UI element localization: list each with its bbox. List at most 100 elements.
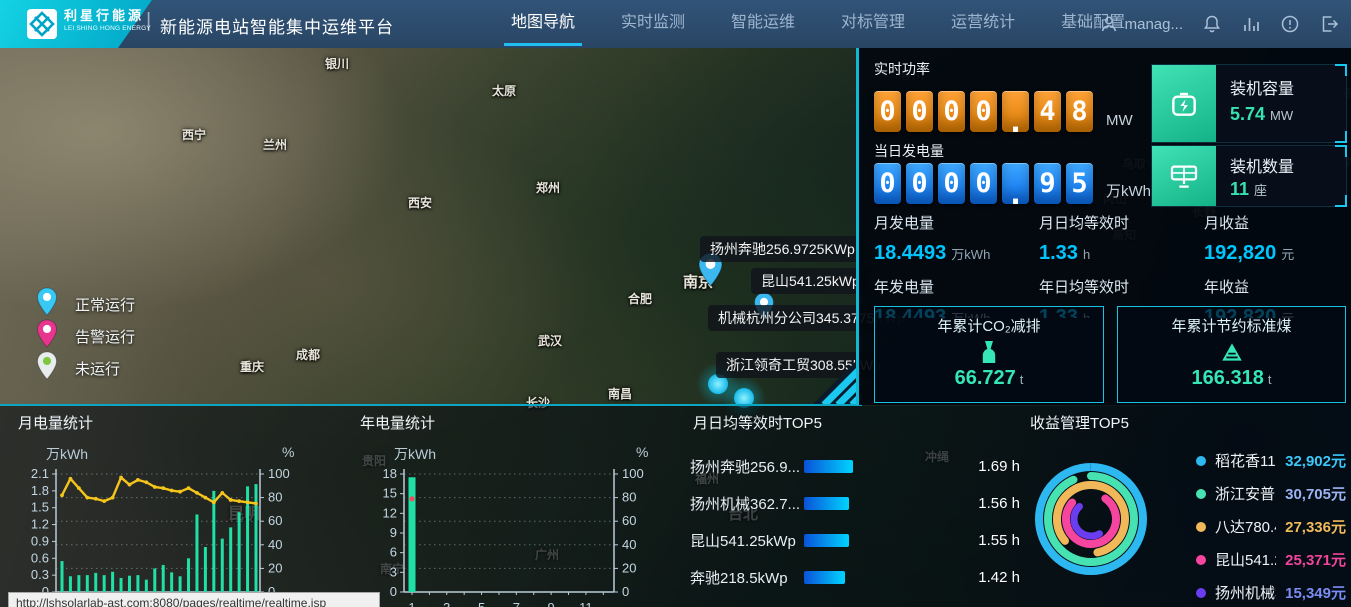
legend-dot [1196,555,1206,565]
svg-text:0.9: 0.9 [31,533,49,548]
svg-text:2.1: 2.1 [31,466,49,481]
user-menu[interactable]: manag... [1099,14,1183,34]
nav-item-operation-stats[interactable]: 运营统计 [928,0,1038,48]
station-status-legend: 正常运行告警运行未运行 [36,288,135,384]
cooling-tower-icon [977,339,1001,365]
hours-top5-row: 奔驰218.5kWp1.42 h [690,559,1020,596]
brand-text: 利星行能源 LEI SHING HONG ENERGY [64,9,151,33]
nav-item-realtime-monitor[interactable]: 实时监测 [598,0,708,48]
info-icon[interactable] [1280,14,1300,34]
coal-card-title: 年累计节约标准煤 [1118,315,1345,336]
digit-cell: 0 [938,91,965,132]
map-city-label: 武汉 [538,332,562,349]
svg-text:80: 80 [268,490,282,505]
hours-top5-bar [804,497,849,510]
revenue-top5-value: 32,902元 [1285,450,1346,471]
map-city-label: 南昌 [608,385,632,402]
svg-text:0.6: 0.6 [31,550,49,565]
bell-icon[interactable] [1202,14,1222,34]
revenue-top5-value: 15,349元 [1285,582,1346,603]
stat-unit: h [1083,247,1090,262]
user-name: manag... [1125,16,1183,33]
stat-value: 18.4493 [874,242,946,264]
monthly-chart-plot: 00.30.60.91.21.51.82.1020406080100 [10,462,340,607]
co2-unit: t [1020,372,1024,387]
svg-text:12: 12 [383,505,397,520]
revenue-top5-row: 昆山541.2...25,371元 [1196,543,1346,576]
svg-text:0.3: 0.3 [31,567,49,582]
hours-top5-value: 1.56 h [972,495,1020,512]
coal-value: 166.318 [1192,367,1264,389]
capacity-icon-box [1152,65,1216,142]
co2-card-title: 年累计CO₂减排 [875,315,1103,336]
page-title: 新能源电站智能集中运维平台 [160,13,394,38]
hours-top5-bar [804,460,853,473]
svg-text:3: 3 [390,564,397,579]
map-pin-icon [36,319,58,353]
stat-unit: 元 [1281,247,1294,262]
digit-dot: . [1002,91,1029,132]
stat-label: 月发电量 [874,212,1034,233]
revenue-ring [1043,471,1139,567]
main-nav: 地图导航实时监测智能运维对标管理运营统计基础配置 [488,0,1148,48]
panel-left-border [856,48,859,405]
legend-row-1: 告警运行 [36,320,135,352]
monthly-left-axis-unit: 万kWh [46,444,88,464]
revenue-top5-value: 27,336元 [1285,516,1346,537]
yearly-left-axis-unit: 万kWh [394,444,436,464]
nav-item-map-nav[interactable]: 地图导航 [488,0,598,48]
installed-count-card: 装机数量 11座 [1151,145,1347,207]
hours-top5-station: 奔驰218.5kWp [690,567,804,588]
svg-text:40: 40 [622,537,636,552]
stat-value: 1.33 [1039,242,1078,264]
digit-unit: 万kWh [1106,180,1151,204]
svg-text:7: 7 [513,600,520,607]
hours-top5-title: 月日均等效时TOP5 [693,412,1020,433]
svg-text:0: 0 [390,584,397,599]
svg-text:0: 0 [622,584,629,599]
svg-text:20: 20 [268,560,282,575]
stat-label: 月日均等效时 [1039,212,1199,233]
header-actions: manag... [1099,0,1339,48]
svg-text:1.8: 1.8 [31,483,49,498]
hours-top5-bar-track [804,571,972,584]
logout-icon[interactable] [1319,14,1339,34]
stat-month-energy: 月发电量18.4493万kWh [874,212,1034,265]
map-city-label: 成都 [296,346,320,363]
installed-capacity-card: 装机容量 5.74MW [1151,64,1347,143]
brand-name-en: LEI SHING HONG ENERGY [64,26,151,33]
hours-top5-bar [804,534,849,547]
revenue-top5-value: 25,371元 [1285,549,1346,570]
realtime-power-label: 实时功率 [874,59,930,79]
svg-text:15: 15 [383,486,397,501]
nav-item-benchmark-mgmt[interactable]: 对标管理 [818,0,928,48]
revenue-top5-station: 八达780.4... [1215,516,1276,537]
revenue-top5-legend: 稻花香110...32,902元浙江安普实...30,705元八达780.4..… [1196,444,1346,607]
revenue-top5-row: 扬州机械3...15,349元 [1196,576,1346,607]
digit-cell: 0 [906,163,933,204]
revenue-top5: 收益管理TOP5 稻花香110...32,902元浙江安普实...30,705元… [1024,412,1351,433]
battery-icon [1168,88,1200,120]
nav-item-smart-ops[interactable]: 智能运维 [708,0,818,48]
hours-top5-row: 昆山541.25kWp1.55 h [690,522,1020,559]
legend-row-2: 未运行 [36,352,135,384]
daily-energy-display: 0000.95万kWh [874,163,1151,204]
legend-label: 未运行 [75,358,120,379]
signal-icon[interactable] [1241,14,1261,34]
digit-cell: 5 [1066,163,1093,204]
capacity-value: 5.74 [1230,104,1265,124]
svg-text:1.5: 1.5 [31,500,49,515]
top-bar: 利星行能源 LEI SHING HONG ENERGY | 新能源电站智能集中运… [0,0,1351,48]
svg-text:3: 3 [443,600,450,607]
stat-label: 年收益 [1204,276,1351,297]
solar-panel-icon [1168,160,1200,192]
map-city-label: 兰州 [263,136,287,153]
digit-cell: 0 [874,91,901,132]
revenue-top5-value: 30,705元 [1285,483,1346,504]
svg-text:5: 5 [478,600,485,607]
stat-value-wrap: 192,820元 [1204,242,1351,265]
digit-cell: 0 [970,91,997,132]
count-value: 11 [1230,179,1249,199]
legend-dot [1196,588,1206,598]
hours-top5-bar-track [804,497,972,510]
